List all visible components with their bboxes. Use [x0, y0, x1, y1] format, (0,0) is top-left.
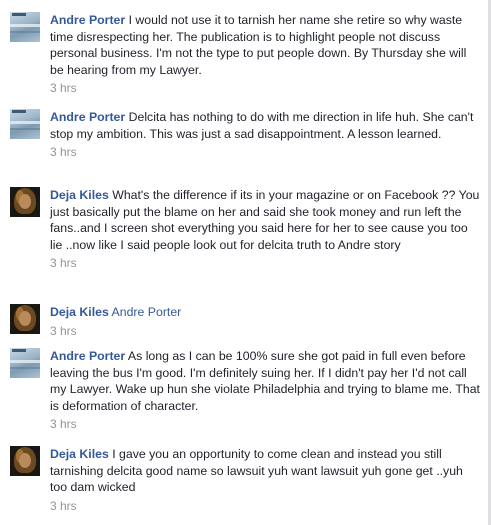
- comment-timestamp[interactable]: 3 hrs: [50, 498, 480, 515]
- comment-message: I gave you an opportunity to come clean …: [50, 447, 463, 494]
- comment-timestamp[interactable]: 3 hrs: [50, 255, 480, 272]
- comment-timestamp[interactable]: 3 hrs: [50, 144, 480, 161]
- comment: Deja Kiles What's the difference if its …: [10, 187, 480, 272]
- avatar[interactable]: [10, 187, 40, 217]
- avatar[interactable]: [10, 348, 40, 378]
- comment-text: Deja Kiles I gave you an opportunity to …: [50, 446, 480, 496]
- comment-author[interactable]: Deja Kiles: [50, 305, 109, 319]
- comment-author[interactable]: Deja Kiles: [50, 447, 109, 461]
- comment-timestamp[interactable]: 3 hrs: [50, 323, 480, 340]
- comment-author[interactable]: Andre Porter: [50, 349, 125, 363]
- comment-text: Deja Kiles Andre Porter: [50, 304, 480, 321]
- avatar[interactable]: [10, 304, 40, 334]
- comment-thread: Andre Porter I would not use it to tarni…: [0, 0, 491, 525]
- avatar[interactable]: [10, 446, 40, 476]
- comment-author[interactable]: Andre Porter: [50, 13, 125, 27]
- comment: Andre Porter I would not use it to tarni…: [10, 12, 480, 97]
- mention-link[interactable]: Andre Porter: [112, 305, 182, 319]
- comment: Deja Kiles I gave you an opportunity to …: [10, 446, 480, 514]
- comment: Deja Kiles Andre Porter 3 hrs: [10, 304, 480, 339]
- comment-author[interactable]: Deja Kiles: [50, 188, 109, 202]
- comment-text: Andre Porter As long as I can be 100% su…: [50, 348, 480, 414]
- avatar[interactable]: [10, 109, 40, 139]
- comment-author[interactable]: Andre Porter: [50, 110, 125, 124]
- comment: Andre Porter As long as I can be 100% su…: [10, 348, 480, 433]
- comment-timestamp[interactable]: 3 hrs: [50, 80, 480, 97]
- comment: Andre Porter Delcita has nothing to do w…: [10, 109, 480, 161]
- comment-text: Andre Porter I would not use it to tarni…: [50, 12, 480, 78]
- comment-text: Deja Kiles What's the difference if its …: [50, 187, 480, 253]
- comment-text: Andre Porter Delcita has nothing to do w…: [50, 109, 480, 142]
- comment-message: What's the difference if its in your mag…: [50, 188, 480, 252]
- avatar[interactable]: [10, 12, 40, 42]
- comment-timestamp[interactable]: 3 hrs: [50, 416, 480, 433]
